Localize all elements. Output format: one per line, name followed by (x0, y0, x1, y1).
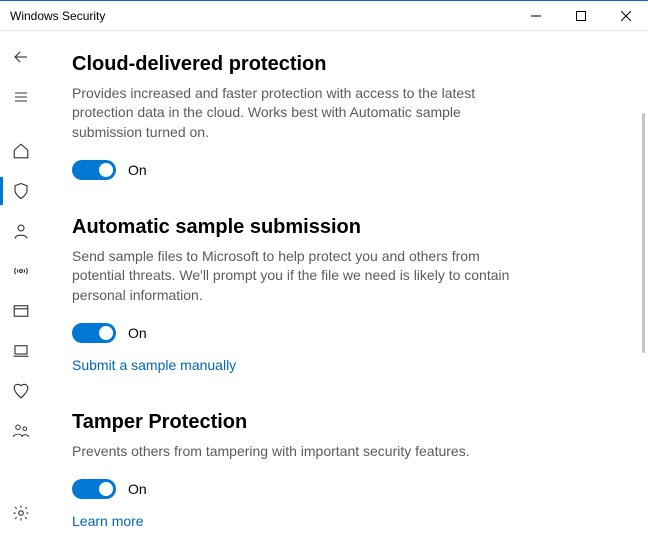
sidebar-item-device[interactable] (0, 331, 42, 371)
window-controls (513, 1, 648, 31)
sidebar-item-settings[interactable] (0, 493, 42, 533)
main-content: Cloud-delivered protection Provides incr… (42, 31, 648, 533)
learn-more-link[interactable]: Learn more (72, 513, 144, 529)
window-title: Windows Security (10, 9, 105, 23)
menu-button[interactable] (0, 77, 42, 117)
back-button[interactable] (0, 37, 42, 77)
section-cloud-protection: Cloud-delivered protection Provides incr… (72, 53, 618, 180)
section-title: Cloud-delivered protection (72, 53, 618, 76)
toggle-state-label: On (128, 481, 147, 497)
section-sample-submission: Automatic sample submission Send sample … (72, 216, 618, 375)
submit-sample-link[interactable]: Submit a sample manually (72, 357, 236, 373)
sidebar-item-family[interactable] (0, 411, 42, 451)
cloud-protection-toggle[interactable] (72, 160, 116, 180)
sidebar-item-health[interactable] (0, 371, 42, 411)
section-description: Send sample files to Microsoft to help p… (72, 247, 532, 305)
section-description: Provides increased and faster protection… (72, 84, 532, 142)
tamper-protection-toggle[interactable] (72, 479, 116, 499)
section-title: Automatic sample submission (72, 216, 618, 239)
sidebar-item-virus[interactable] (0, 171, 42, 211)
toggle-state-label: On (128, 162, 147, 178)
close-button[interactable] (603, 1, 648, 31)
sample-submission-toggle[interactable] (72, 323, 116, 343)
sidebar-item-firewall[interactable] (0, 251, 42, 291)
toggle-state-label: On (128, 325, 147, 341)
sidebar-item-account[interactable] (0, 211, 42, 251)
section-tamper-protection: Tamper Protection Prevents others from t… (72, 411, 618, 531)
sidebar (0, 31, 42, 533)
sidebar-item-home[interactable] (0, 131, 42, 171)
sidebar-item-app[interactable] (0, 291, 42, 331)
minimize-button[interactable] (513, 1, 558, 31)
section-description: Prevents others from tampering with impo… (72, 442, 532, 461)
scrollbar-thumb[interactable] (642, 113, 645, 353)
maximize-button[interactable] (558, 1, 603, 31)
titlebar: Windows Security (0, 1, 648, 31)
section-title: Tamper Protection (72, 411, 618, 434)
